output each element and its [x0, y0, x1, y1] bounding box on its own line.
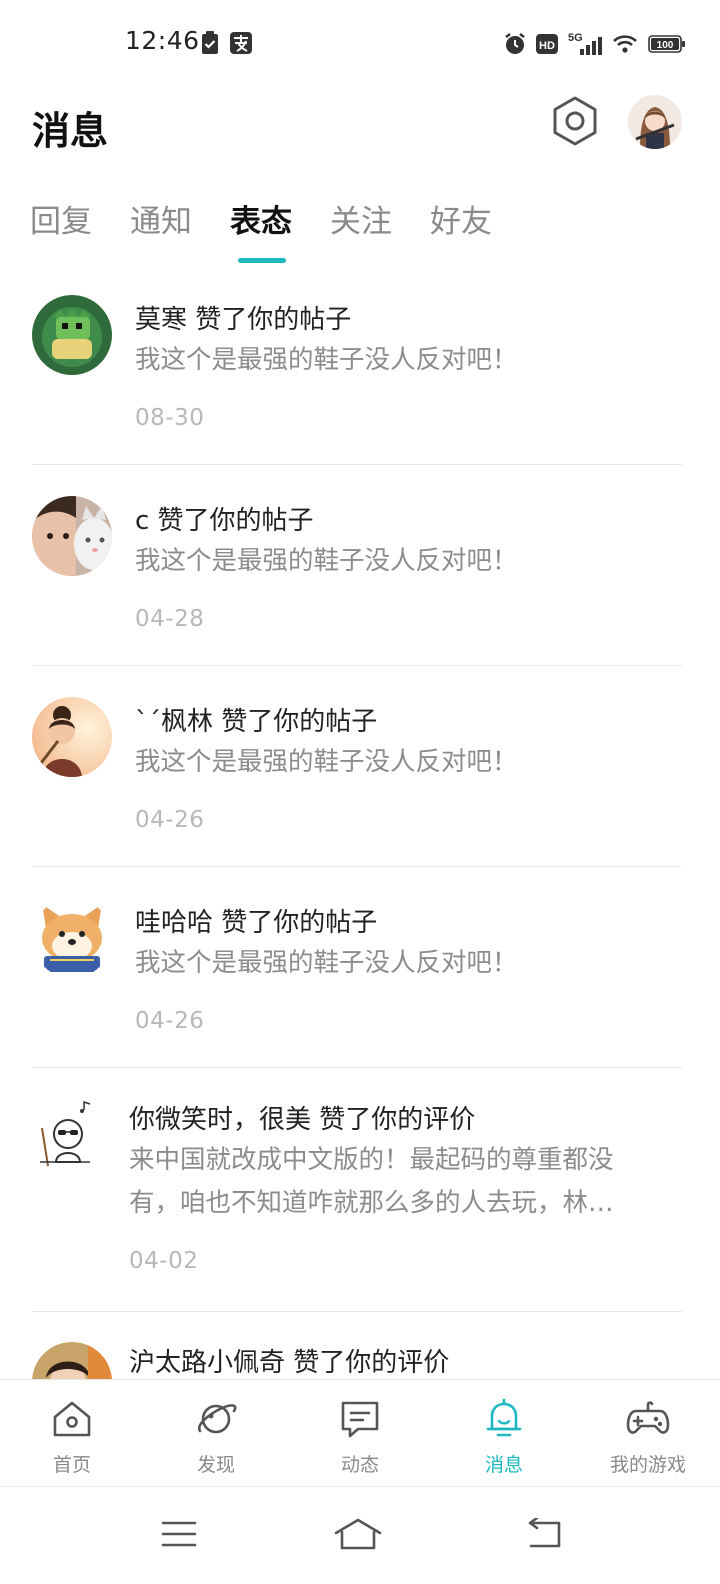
signal-icon: 5G	[568, 32, 602, 55]
item-content: 来中国就改成中文版的！最起码的尊重都没有，咱也不知道咋就那么多的人去玩，林…	[129, 1145, 614, 1218]
list-item[interactable]: 哇哈哈 赞了你的帖子 我这个是最强的鞋子没人反对吧！ 04-26	[0, 867, 720, 1068]
chat-icon	[341, 1401, 379, 1438]
nav-my-games[interactable]: 我的游戏	[576, 1380, 720, 1487]
tab-follows[interactable]: 关注	[330, 196, 392, 266]
item-content: 我这个是最强的鞋子没人反对吧！	[135, 747, 518, 777]
svg-text:100: 100	[657, 40, 674, 51]
alarm-icon	[505, 33, 525, 54]
battery-icon: 100	[648, 35, 685, 53]
item-date: 04-26	[135, 807, 205, 833]
user-avatar[interactable]	[32, 496, 112, 576]
user-avatar[interactable]	[32, 1342, 112, 1379]
item-date: 04-28	[135, 606, 205, 632]
back-icon	[528, 1518, 561, 1548]
item-title: 莫寒 赞了你的帖子	[135, 305, 352, 335]
item-title: 你微笑时，很美 赞了你的评价	[129, 1105, 476, 1135]
user-avatar[interactable]	[32, 898, 112, 978]
system-navigation-bar	[0, 1486, 720, 1584]
nav-home[interactable]: 首页	[0, 1380, 144, 1487]
list-item[interactable]: c 赞了你的帖子 我这个是最强的鞋子没人反对吧！ 04-28	[0, 465, 720, 666]
item-title: 沪太路小佩奇 赞了你的评价	[129, 1348, 450, 1378]
item-title: c 赞了你的帖子	[135, 506, 314, 536]
recent-apps-button[interactable]	[149, 1509, 209, 1559]
item-date: 08-30	[135, 405, 205, 431]
nav-feed[interactable]: 动态	[288, 1380, 432, 1487]
tab-bar: 回复 通知 表态 关注 好友	[30, 196, 530, 266]
task-icon	[202, 31, 218, 54]
page-title: 消息	[32, 109, 109, 153]
system-back-button[interactable]	[514, 1509, 574, 1559]
item-content: 我这个是最强的鞋子没人反对吧！	[135, 345, 518, 375]
nav-messages[interactable]: 消息	[432, 1380, 576, 1487]
settings-button[interactable]	[548, 94, 602, 148]
active-tab-indicator	[238, 258, 286, 263]
svg-text:5G: 5G	[568, 32, 583, 44]
item-date: 04-26	[135, 1008, 205, 1034]
system-home-button[interactable]	[328, 1509, 388, 1559]
tab-reply[interactable]: 回复	[30, 196, 92, 266]
item-content: 我这个是最强的鞋子没人反对吧！	[135, 948, 518, 978]
list-item[interactable]: `´枫林 赞了你的帖子 我这个是最强的鞋子没人反对吧！ 04-26	[0, 666, 720, 867]
gamepad-icon	[626, 1401, 670, 1434]
profile-avatar[interactable]	[628, 95, 682, 149]
hd-icon: HD	[536, 34, 558, 54]
status-time: 12:46	[125, 26, 200, 55]
bell-icon	[486, 1398, 522, 1437]
hexagon-settings-icon	[553, 96, 597, 146]
svg-text:HD: HD	[539, 40, 555, 52]
nav-discover[interactable]: 发现	[144, 1380, 288, 1487]
home-icon	[53, 1401, 91, 1437]
user-avatar[interactable]	[32, 1098, 112, 1178]
menu-icon	[161, 1521, 197, 1547]
tab-reactions[interactable]: 表态	[230, 196, 292, 266]
bottom-navigation: 首页 发现 动态 消息 我的游戏	[0, 1379, 720, 1486]
status-bar: 12:46 HD 5G 100	[0, 0, 720, 88]
planet-icon	[197, 1404, 237, 1434]
item-title: 哇哈哈 赞了你的帖子	[135, 908, 378, 938]
message-list: 莫寒 赞了你的帖子 我这个是最强的鞋子没人反对吧！ 08-30 c 赞了你的帖子…	[0, 275, 720, 1379]
user-avatar[interactable]	[32, 697, 112, 777]
item-date: 04-02	[129, 1248, 199, 1274]
wifi-icon	[613, 35, 637, 53]
home-outline-icon	[334, 1518, 382, 1550]
list-item[interactable]: 你微笑时，很美 赞了你的评价 来中国就改成中文版的！最起码的尊重都没有，咱也不知…	[0, 1068, 720, 1312]
list-item[interactable]: 莫寒 赞了你的帖子 我这个是最强的鞋子没人反对吧！ 08-30	[0, 275, 720, 465]
user-avatar[interactable]	[32, 295, 112, 375]
tab-notifications[interactable]: 通知	[130, 196, 192, 266]
pay-icon	[230, 32, 252, 54]
item-title: `´枫林 赞了你的帖子	[135, 707, 378, 737]
tab-friends[interactable]: 好友	[430, 196, 492, 266]
item-content: 我这个是最强的鞋子没人反对吧！	[135, 546, 518, 576]
list-item[interactable]: 沪太路小佩奇 赞了你的评价	[0, 1312, 720, 1379]
